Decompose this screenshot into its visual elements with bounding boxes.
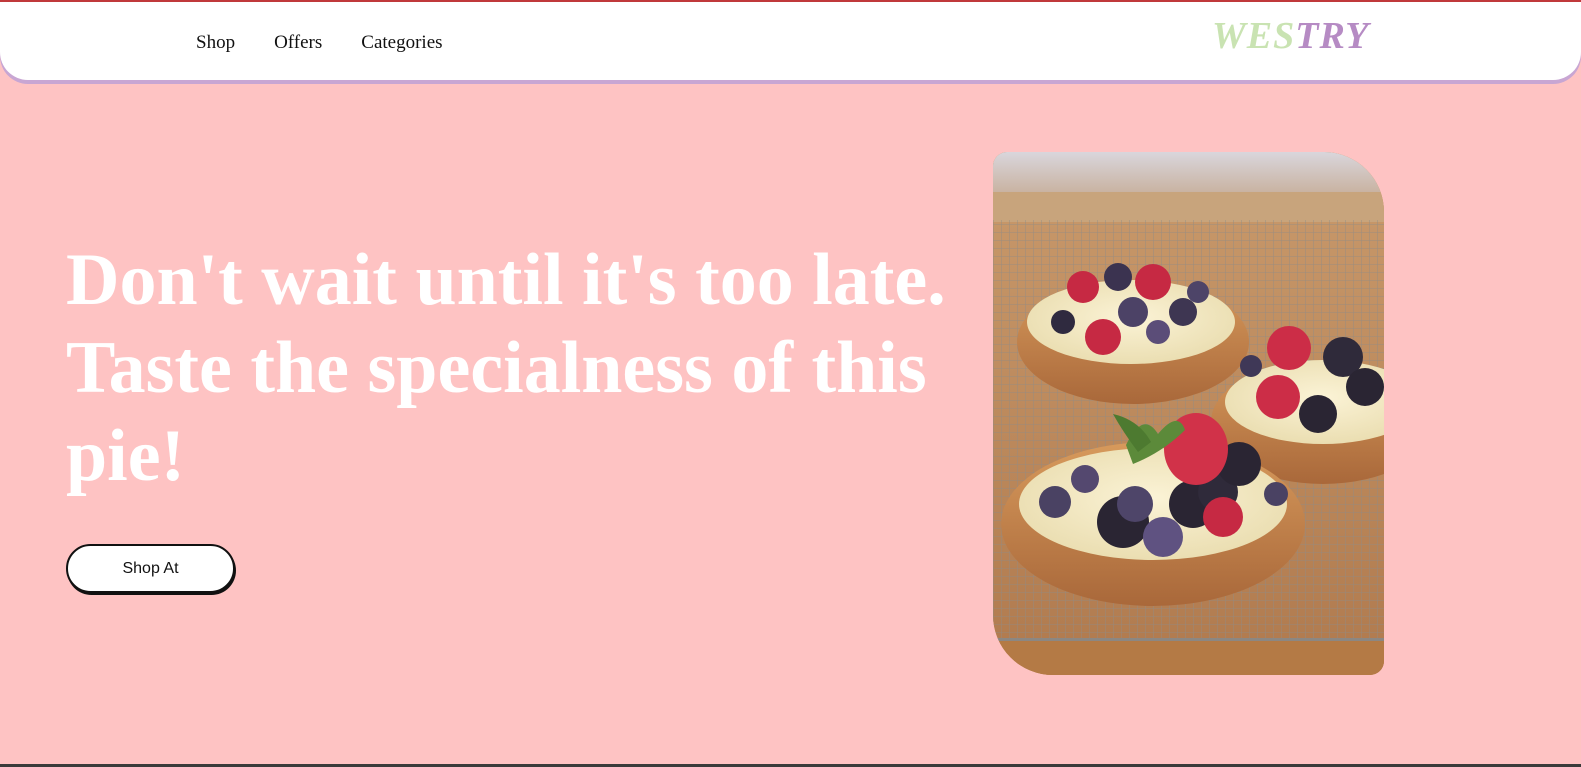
nav-link-offers[interactable]: Offers (274, 32, 322, 54)
logo-text-wes: WES (1212, 15, 1296, 57)
berry-tart-photo (993, 152, 1384, 675)
navbar: Shop Offers Categories WESTRY (0, 0, 1581, 80)
shop-at-button[interactable]: Shop At (66, 544, 235, 593)
nav-link-categories[interactable]: Categories (361, 32, 442, 54)
hero-image (993, 152, 1384, 675)
logo-text-try: TRY (1295, 15, 1370, 57)
nav-link-shop[interactable]: Shop (196, 32, 235, 54)
logo[interactable]: WESTRY (1212, 14, 1369, 58)
top-border (0, 0, 1581, 2)
nav-links: Shop Offers Categories (196, 32, 482, 54)
hero-title: Don't wait until it's too late. Taste th… (66, 239, 946, 497)
